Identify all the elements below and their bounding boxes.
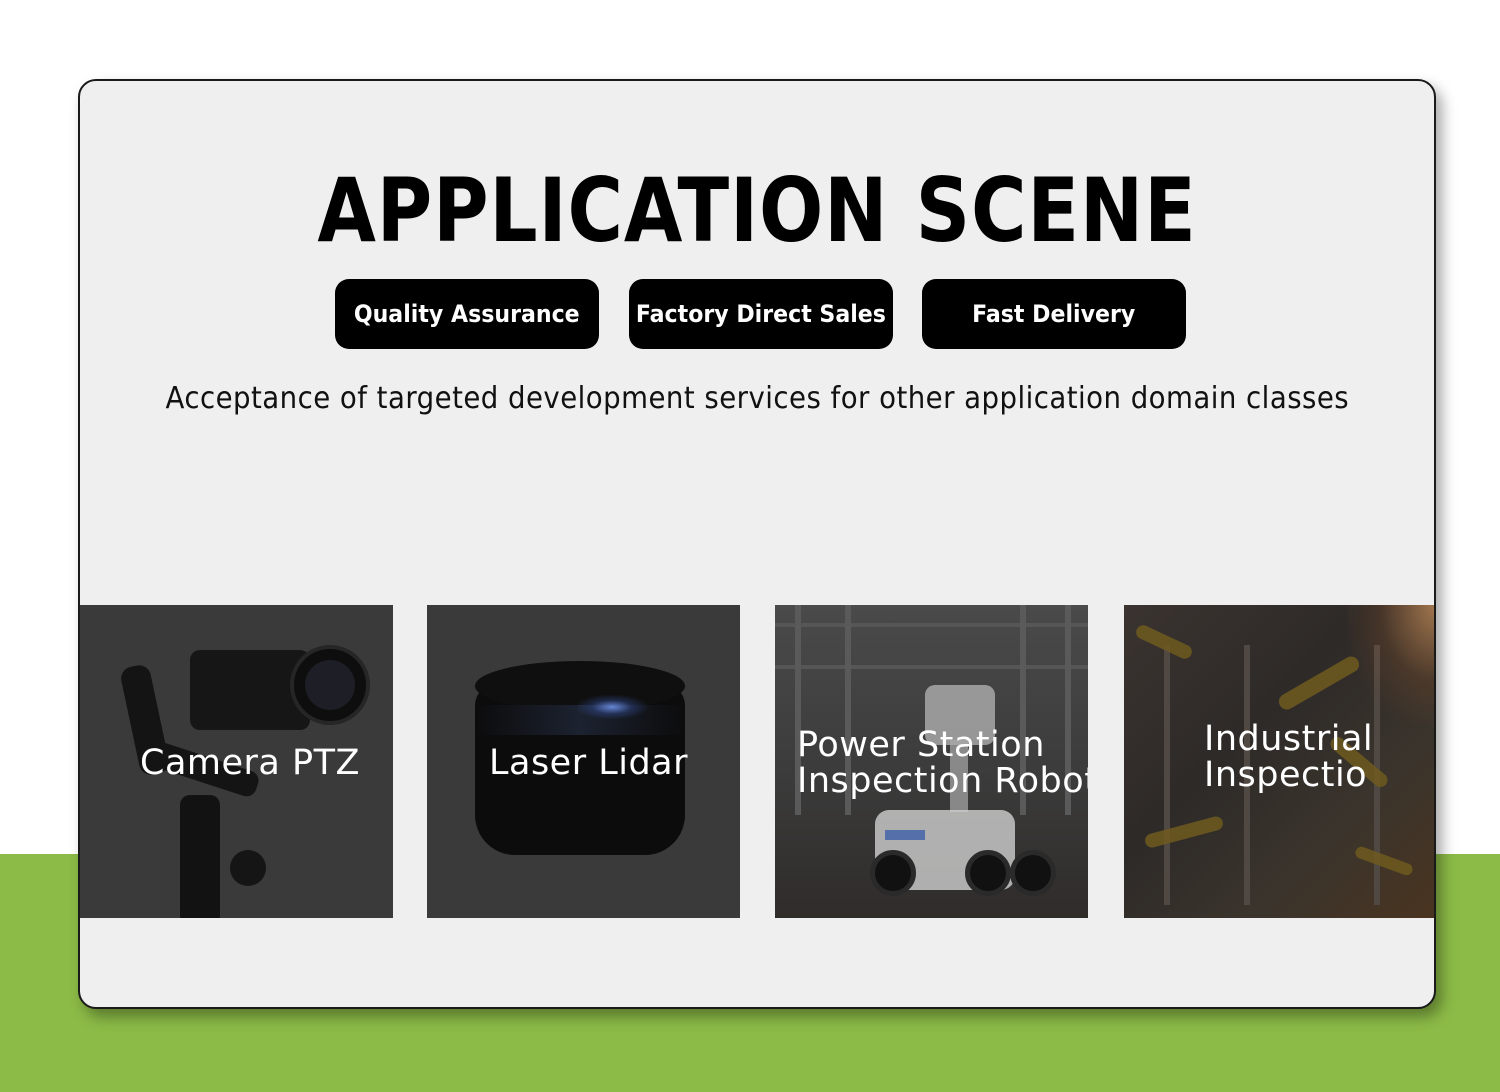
application-scene-card: APPLICATION SCENE Quality Assurance Fact… [78, 79, 1436, 1009]
tile-label-line1: Power Station [797, 725, 1045, 765]
tile-label: Laser Lidar [489, 743, 689, 783]
fast-delivery-badge: Fast Delivery [922, 279, 1186, 349]
tile-power-station-inspection-robot[interactable]: Power Station Inspection Robot [775, 605, 1088, 918]
tile-laser-lidar[interactable]: Laser Lidar [427, 605, 740, 918]
tile-label-line1: Industrial [1204, 719, 1374, 759]
tile-label-line2: Inspectio [1204, 755, 1368, 795]
factory-direct-sales-badge: Factory Direct Sales [629, 279, 893, 349]
badge-label: Factory Direct Sales [635, 300, 887, 328]
badge-label: Quality Assurance [354, 300, 580, 328]
tile-label-line2: Inspection Robot [797, 761, 1088, 801]
page-title: APPLICATION SCENE [317, 159, 1197, 262]
badge-label: Fast Delivery [972, 300, 1136, 328]
subtitle: Acceptance of targeted development servi… [80, 381, 1434, 416]
tile-industrial-inspection[interactable]: Industrial Inspectio [1124, 605, 1434, 918]
tile-label: Camera PTZ [140, 743, 360, 783]
subtitle-text: Acceptance of targeted development servi… [165, 381, 1349, 416]
tile-camera-ptz[interactable]: Camera PTZ [80, 605, 393, 918]
quality-assurance-badge: Quality Assurance [335, 279, 599, 349]
